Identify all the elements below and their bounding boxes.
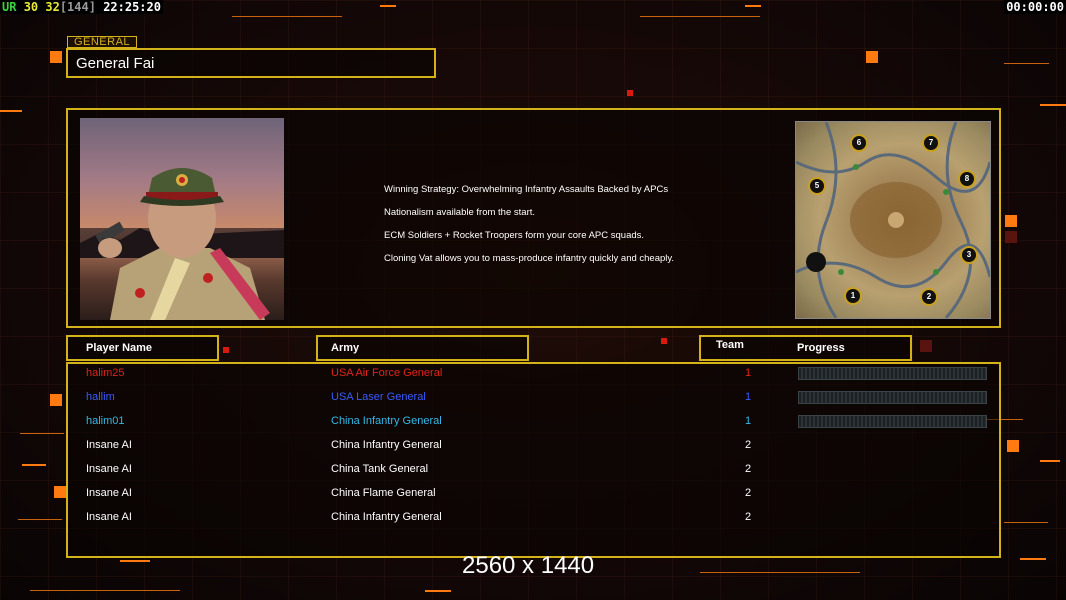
- clock: 22:25:20: [103, 0, 161, 14]
- army-name: China Flame General: [331, 487, 436, 499]
- deco-line: [1004, 63, 1049, 64]
- deco-square: [866, 51, 878, 63]
- deco-line: [425, 590, 451, 592]
- strategy-line: Cloning Vat allows you to mass-produce i…: [384, 253, 675, 264]
- table-row[interactable]: Insane AI China Tank General 2: [0, 457, 1066, 481]
- player-name-header-label: Player Name: [86, 342, 153, 354]
- general-portrait: [80, 118, 284, 320]
- deco-square: [627, 90, 633, 96]
- map-slot: 6: [850, 134, 868, 152]
- strategy-text: Winning Strategy: Overwhelming Infantry …: [384, 178, 674, 270]
- map-slot: 7: [922, 134, 940, 152]
- table-row[interactable]: halim01 China Infantry General 1: [0, 409, 1066, 433]
- player-name: halim01: [86, 415, 125, 427]
- table-row[interactable]: hallim USA Laser General 1: [0, 385, 1066, 409]
- general-name: General Fai: [76, 55, 155, 72]
- player-name-header: Player Name: [66, 335, 219, 361]
- team-number: 2: [745, 511, 752, 523]
- player-name: Insane AI: [86, 439, 132, 451]
- team-number: 1: [745, 367, 752, 379]
- player-name: Insane AI: [86, 487, 132, 499]
- progress-bar: [798, 391, 987, 404]
- army-name: USA Air Force General: [331, 367, 443, 379]
- deco-line: [1020, 558, 1046, 560]
- general-name-box: General Fai: [66, 48, 436, 78]
- deco-line: [30, 590, 180, 591]
- army-name: China Infantry General: [331, 511, 442, 523]
- deco-line: [120, 560, 150, 562]
- player-name: halim25: [86, 367, 125, 379]
- progress-header-label: Progress: [797, 342, 845, 354]
- strategy-line: Nationalism available from the start.: [384, 207, 536, 218]
- team-number: 2: [745, 487, 752, 499]
- game-timer: 00:00:00: [1004, 0, 1066, 14]
- deco-square: [661, 338, 667, 344]
- deco-line: [232, 16, 342, 17]
- team-progress-header: Team Progress: [699, 335, 912, 361]
- fps-counter: UR 30 32[144] 22:25:20: [0, 0, 163, 14]
- map-slot: 8: [958, 170, 976, 188]
- player-name: Insane AI: [86, 463, 132, 475]
- fps-b: 32: [45, 0, 60, 14]
- map-slot: 2: [920, 288, 938, 306]
- map-preview: 1 2 3 5 6 7 8: [795, 121, 991, 319]
- team-number: 2: [745, 439, 752, 451]
- army-header: Army: [316, 335, 529, 361]
- strategy-line: Winning Strategy: Overwhelming Infantry …: [384, 184, 669, 195]
- deco-square: [920, 340, 932, 352]
- team-number: 2: [745, 463, 752, 475]
- map-slot: 3: [960, 246, 978, 264]
- deco-square: [50, 51, 62, 63]
- army-header-label: Army: [331, 342, 360, 354]
- deco-square: [1005, 231, 1017, 243]
- map-terrain: [796, 122, 990, 318]
- table-row[interactable]: halim25 USA Air Force General 1: [0, 361, 1066, 385]
- team-header-label: Team: [716, 339, 744, 351]
- table-row[interactable]: Insane AI China Flame General 2: [0, 481, 1066, 505]
- team-number: 1: [745, 415, 752, 427]
- deco-line: [700, 572, 860, 573]
- deco-square: [223, 347, 229, 353]
- deco-line: [1040, 104, 1066, 106]
- deco-line: [0, 110, 22, 112]
- strategy-line: ECM Soldiers + Rocket Troopers form your…: [384, 230, 645, 241]
- progress-bar: [798, 367, 987, 380]
- progress-bar: [798, 415, 987, 428]
- deco-line: [745, 5, 761, 7]
- ur-label: UR: [2, 0, 17, 14]
- deco-square: [1005, 215, 1017, 227]
- team-number: 1: [745, 391, 752, 403]
- army-name: China Infantry General: [331, 439, 442, 451]
- army-name: USA Laser General: [331, 391, 426, 403]
- table-row[interactable]: Insane AI China Infantry General 2: [0, 505, 1066, 529]
- army-name: China Infantry General: [331, 415, 442, 427]
- table-row[interactable]: Insane AI China Infantry General 2: [0, 433, 1066, 457]
- general-tag: GENERAL: [67, 36, 137, 48]
- frame-count: [144]: [59, 0, 96, 14]
- resolution-label: 2560 x 1440: [462, 552, 595, 579]
- deco-line: [380, 5, 396, 7]
- general-portrait-illustration: [80, 168, 284, 320]
- fps-a: 30: [23, 0, 39, 14]
- player-name: hallim: [86, 391, 115, 403]
- army-name: China Tank General: [331, 463, 429, 475]
- player-name: Insane AI: [86, 511, 132, 523]
- map-slot: 1: [844, 287, 862, 305]
- deco-line: [640, 16, 760, 17]
- map-slot: 5: [808, 177, 826, 195]
